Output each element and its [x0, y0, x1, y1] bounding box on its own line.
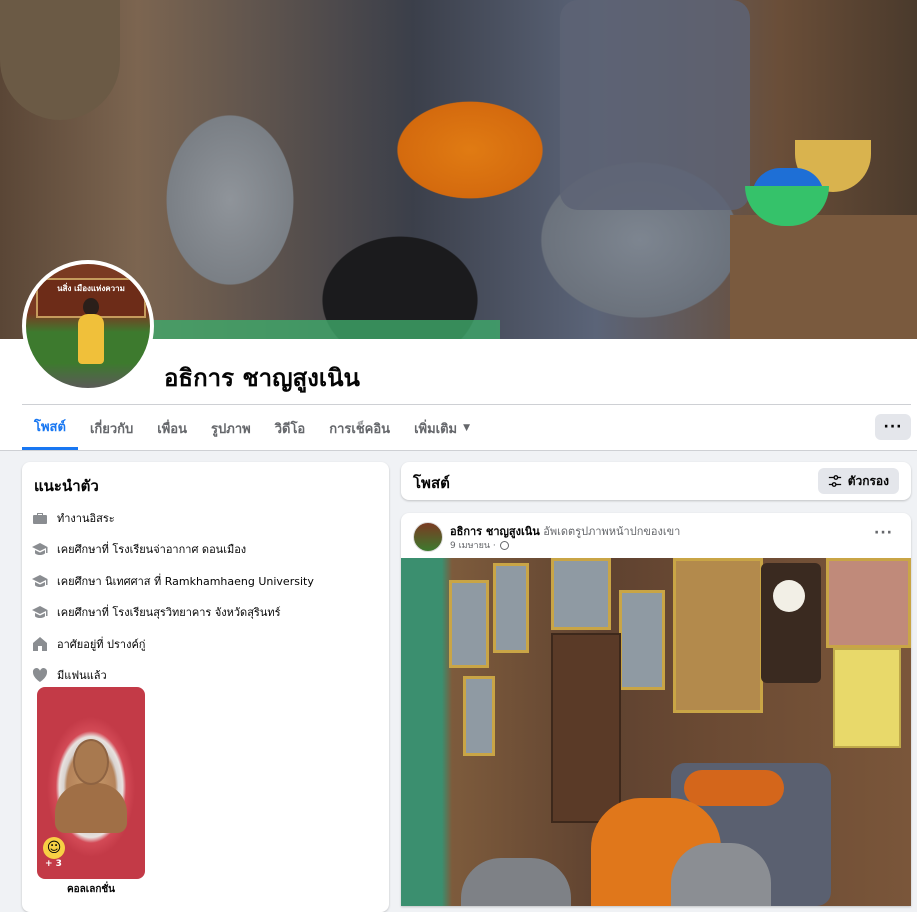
profile-name: อธิการ ชาญสูงเนิน [164, 364, 360, 392]
tab-friends[interactable]: เพื่อน [145, 406, 199, 450]
intro-item-text: เคยศึกษาที่ โรงเรียนจ่าอากาศ ดอนเมือง [57, 543, 247, 557]
tab-label: เกี่ยวกับ [89, 421, 134, 437]
graduation-cap-icon [32, 541, 48, 557]
man-figure [461, 858, 571, 906]
post-date[interactable]: 9 เมษายน · [450, 538, 496, 552]
more-options-button[interactable]: ··· [875, 414, 911, 440]
intro-item-location: อาศัยอยู่ที่ ปรางค์กู่ [32, 628, 382, 660]
tab-label: วิดีโอ [274, 421, 306, 437]
tab-photos[interactable]: รูปภาพ [199, 406, 263, 450]
post-meta: 9 เมษายน · [450, 538, 509, 552]
intro-item-text: เคยศึกษา นิเทศศาส ที่ Ramkhamhaeng Unive… [57, 574, 314, 588]
amulet-body [55, 783, 127, 833]
intro-item-text: เคยศึกษาที่ โรงเรียนสุรวิทยาคาร จังหวัดส… [57, 606, 281, 620]
picture-frame [619, 590, 665, 690]
post-photo[interactable] [401, 558, 911, 906]
cover-chair [560, 0, 750, 210]
man-figure [671, 843, 771, 906]
post-card: อธิการ ชาญสูงเนิน อัพเดตรูปภาพหน้าปกของเ… [401, 513, 911, 906]
smile-emoji-icon: ☺ [43, 837, 65, 859]
posts-header: โพสต์ ตัวกรอง [401, 462, 911, 500]
pillow [684, 770, 784, 806]
post-author-name[interactable]: อธิการ ชาญสูงเนิน [450, 525, 540, 538]
cover-pot [0, 0, 120, 120]
picture-frame [826, 558, 911, 648]
wooden-door [551, 633, 621, 823]
intro-list: ทำงานอิสระ เคยศึกษาที่ โรงเรียนจ่าอากาศ … [32, 502, 382, 691]
tab-label: เพื่อน [157, 421, 188, 437]
wall-poster [833, 648, 901, 748]
header-divider [22, 404, 911, 405]
profile-tabs: โพสต์ เกี่ยวกับ เพื่อน รูปภาพ วิดีโอ การ… [22, 406, 482, 450]
clock-face [773, 580, 805, 612]
filter-icon [828, 475, 841, 487]
briefcase-icon [32, 510, 48, 526]
intro-title: แนะนำตัว [34, 477, 99, 495]
picture-frame [673, 558, 763, 713]
globe-icon [499, 540, 509, 550]
featured-count: + 3 [45, 859, 62, 869]
cover-cabinet [730, 215, 917, 339]
amulet-face [73, 739, 109, 785]
tab-posts[interactable]: โพสต์ [22, 406, 78, 450]
posts-title: โพสต์ [413, 474, 450, 492]
intro-card: แนะนำตัว ทำงานอิสระ เคยศึกษาที่ โรงเรียน… [22, 462, 389, 912]
filter-label: ตัวกรอง [847, 473, 889, 488]
featured-collection[interactable]: ☺ + 3 [37, 687, 145, 879]
caret-down-icon: ▼ [463, 423, 471, 433]
filter-button[interactable]: ตัวกรอง [817, 468, 899, 494]
intro-item-education: เคยศึกษา นิเทศศาส ที่ Ramkhamhaeng Unive… [32, 565, 382, 597]
intro-item-education: เคยศึกษาที่ โรงเรียนสุรวิทยาคาร จังหวัดส… [32, 597, 382, 629]
graduation-cap-icon [32, 573, 48, 589]
graduation-cap-icon [32, 604, 48, 620]
tab-label: รูปภาพ [211, 421, 251, 437]
tab-about[interactable]: เกี่ยวกับ [78, 406, 145, 450]
tab-label: โพสต์ [34, 420, 66, 435]
intro-item-work: ทำงานอิสระ [32, 502, 382, 534]
intro-item-education: เคยศึกษาที่ โรงเรียนจ่าอากาศ ดอนเมือง [32, 534, 382, 566]
intro-item-text: ทำงานอิสระ [57, 511, 115, 525]
cover-mat [120, 320, 500, 339]
tab-more[interactable]: เพิ่มเติม ▼ [402, 406, 482, 450]
picture-frame [463, 676, 495, 756]
tab-videos[interactable]: วิดีโอ [263, 406, 318, 450]
picture-frame [449, 580, 489, 668]
tab-label: เพิ่มเติม [414, 421, 458, 437]
intro-item-text: มีแฟนแล้ว [57, 669, 107, 683]
post-menu-button[interactable]: ··· [874, 525, 893, 541]
tab-label: การเช็คอิน [329, 421, 391, 437]
profile-avatar[interactable]: นสิ่ง เมืองแห่งความ [22, 260, 154, 392]
heart-icon [32, 667, 48, 683]
picture-frame [493, 563, 529, 653]
post-author-avatar[interactable] [413, 522, 443, 552]
tab-checkins[interactable]: การเช็คอิน [317, 406, 402, 450]
avatar-person [78, 314, 104, 364]
intro-item-text: อาศัยอยู่ที่ ปรางค์กู่ [57, 637, 146, 651]
picture-frame [551, 558, 611, 630]
home-icon [32, 636, 48, 652]
featured-label[interactable]: คอลเลกชั่น [37, 882, 145, 897]
post-action-text: อัพเดตรูปภาพหน้าปกของเขา [543, 525, 681, 538]
